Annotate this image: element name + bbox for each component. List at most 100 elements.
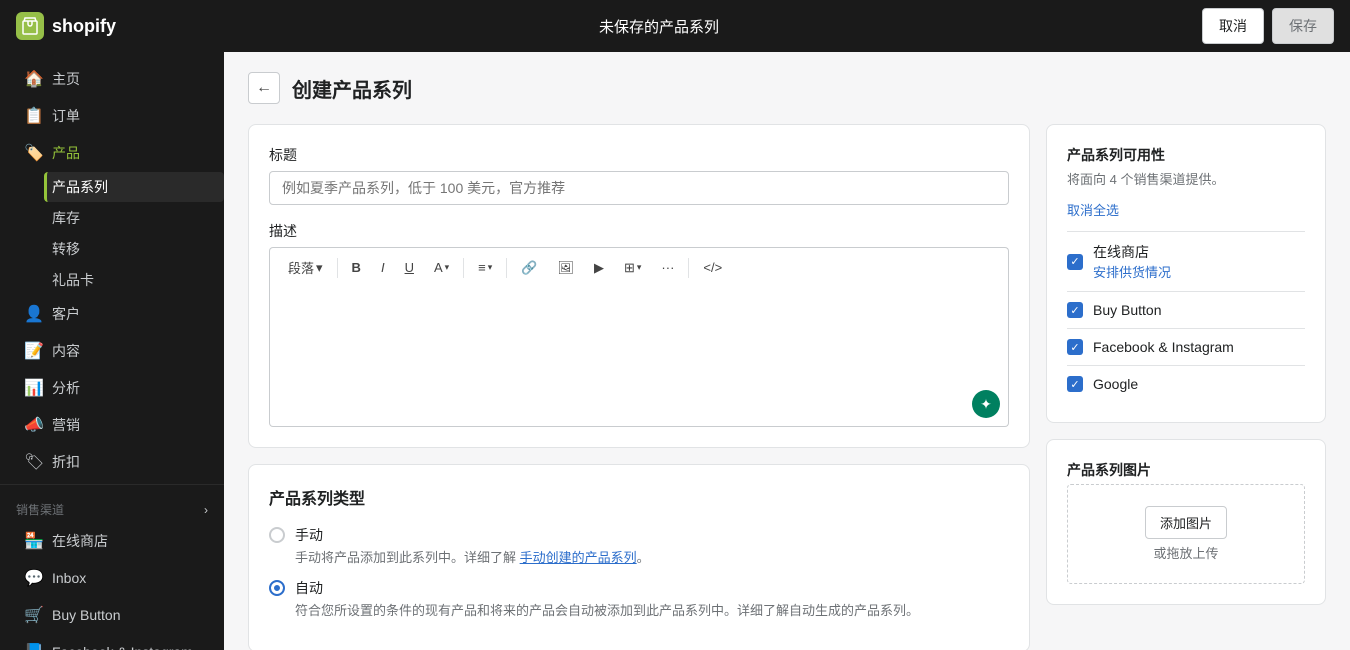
checkbox-buy-button[interactable]: ✓ (1067, 302, 1083, 318)
sidebar-item-discounts-label: 折扣 (52, 452, 80, 472)
sidebar-item-inbox[interactable]: 💬 Inbox (8, 560, 216, 596)
sidebar-item-marketing-label: 营销 (52, 415, 80, 435)
image-drop-zone[interactable]: 添加图片 或拖放上传 (1067, 484, 1305, 584)
more-button[interactable]: ··· (653, 256, 682, 279)
home-icon: 🏠 (24, 69, 42, 89)
bold-button[interactable]: B (344, 256, 369, 279)
title-field-label: 标题 (269, 145, 1009, 165)
side-column: 产品系列可用性 将面向 4 个销售渠道提供。 取消全选 ✓ 在线商店 安排供货情… (1046, 124, 1326, 650)
availability-title: 产品系列可用性 (1067, 145, 1305, 165)
logo-text: shopify (52, 16, 116, 37)
sidebar-item-facebook-instagram[interactable]: 📘 Facebook & Instagram (8, 634, 216, 650)
sidebar-item-discounts[interactable]: 🏷 折扣 (8, 444, 216, 480)
radio-auto-content: 自动 符合您所设置的条件的现有产品和将来的产品会自动被添加到此产品系列中。详细了… (295, 578, 919, 619)
add-image-button[interactable]: 添加图片 (1145, 506, 1227, 539)
link-icon: 🔗 (521, 260, 537, 276)
description-field-label: 描述 (269, 221, 1009, 241)
video-button[interactable]: ▶ (586, 256, 612, 280)
sidebar-item-content[interactable]: 📝 内容 (8, 333, 216, 369)
table-button[interactable]: ⊞ ▾ (616, 256, 649, 280)
checkbox-facebook-instagram[interactable]: ✓ (1067, 339, 1083, 355)
dropdown-chevron-icon: ▾ (316, 260, 323, 276)
radio-auto[interactable] (269, 580, 285, 596)
sidebar-item-buy-button[interactable]: 🛒 Buy Button (8, 597, 216, 633)
image-card-title: 产品系列图片 (1067, 460, 1305, 480)
back-button[interactable]: ← (248, 72, 280, 104)
sidebar: 🏠 主页 📋 订单 🏷️ 产品 产品系列 库存 转移 礼品卡 👤 客户 📝 内容… (0, 52, 224, 650)
sidebar-item-analytics-label: 分析 (52, 378, 80, 398)
cancel-button[interactable]: 取消 (1202, 8, 1264, 44)
sidebar-item-products[interactable]: 🏷️ 产品 (8, 135, 216, 171)
sidebar-item-home-label: 主页 (52, 69, 80, 89)
sales-channels-section: 销售渠道 › (0, 489, 224, 522)
topbar-title: 未保存的产品系列 (599, 16, 719, 37)
image-button[interactable]: 🖼 (549, 256, 582, 280)
main-content: ← 创建产品系列 标题 描述 段落 ▾ B I (224, 52, 1350, 650)
channel-buy-button: ✓ Buy Button (1067, 291, 1305, 328)
channel-online-store: ✓ 在线商店 安排供货情况 (1067, 231, 1305, 291)
checkmark-icon-4: ✓ (1070, 378, 1079, 391)
shopify-bag-icon (16, 12, 44, 40)
title-input[interactable] (269, 171, 1009, 205)
radio-manual-content: 手动 手动将产品添加到此系列中。详细了解 手动创建的产品系列。 (295, 525, 650, 566)
sidebar-item-facebook-instagram-label: Facebook & Instagram (52, 644, 193, 650)
manual-link[interactable]: 手动创建的产品系列 (520, 550, 637, 565)
rich-text-editor: 段落 ▾ B I U A ▾ ≡ (269, 247, 1009, 427)
or-text: 或拖放上传 (1153, 543, 1218, 562)
rte-toolbar: 段落 ▾ B I U A ▾ ≡ (269, 247, 1009, 287)
rte-body[interactable]: ✦ (269, 287, 1009, 427)
main-column: 标题 描述 段落 ▾ B I U A (248, 124, 1030, 650)
font-color-button[interactable]: A ▾ (426, 256, 457, 279)
checkbox-google[interactable]: ✓ (1067, 376, 1083, 392)
sidebar-sub-item-gift-cards[interactable]: 礼品卡 (44, 265, 224, 295)
checkbox-online-store[interactable]: ✓ (1067, 254, 1083, 270)
analytics-icon: 📊 (24, 378, 42, 398)
deselect-all-link[interactable]: 取消全选 (1067, 200, 1119, 219)
sidebar-item-analytics[interactable]: 📊 分析 (8, 370, 216, 406)
table-icon: ⊞ (624, 260, 635, 276)
save-button[interactable]: 保存 (1272, 8, 1334, 44)
facebook-instagram-icon: 📘 (24, 642, 42, 650)
radio-manual-desc: 手动将产品添加到此系列中。详细了解 手动创建的产品系列。 (295, 547, 650, 566)
radio-option-manual[interactable]: 手动 手动将产品添加到此系列中。详细了解 手动创建的产品系列。 (269, 525, 1009, 566)
underline-button[interactable]: U (397, 256, 422, 279)
sidebar-item-content-label: 内容 (52, 341, 80, 361)
code-button[interactable]: </> (695, 256, 730, 279)
collection-type-card: 产品系列类型 手动 手动将产品添加到此系列中。详细了解 手动创建的产品系列。 (248, 464, 1030, 650)
buy-button-icon: 🛒 (24, 605, 42, 625)
rte-divider-1 (337, 258, 338, 278)
sidebar-item-customers[interactable]: 👤 客户 (8, 296, 216, 332)
rte-divider-4 (688, 258, 689, 278)
channel-online-store-content: 在线商店 安排供货情况 (1093, 242, 1171, 281)
products-submenu: 产品系列 库存 转移 礼品卡 (0, 172, 224, 295)
radio-option-auto[interactable]: 自动 符合您所设置的条件的现有产品和将来的产品会自动被添加到此产品系列中。详细了… (269, 578, 1009, 619)
radio-manual[interactable] (269, 527, 285, 543)
sidebar-item-home[interactable]: 🏠 主页 (8, 61, 216, 97)
radio-auto-label: 自动 (295, 578, 919, 598)
inbox-icon: 💬 (24, 568, 42, 588)
font-color-chevron-icon: ▾ (445, 262, 450, 273)
sidebar-item-customers-label: 客户 (52, 304, 80, 324)
online-store-icon: 🏪 (24, 531, 42, 551)
sidebar-item-inbox-label: Inbox (52, 570, 86, 586)
channel-online-store-name: 在线商店 (1093, 242, 1171, 262)
sidebar-sub-item-transfers[interactable]: 转移 (44, 234, 224, 264)
link-button[interactable]: 🔗 (513, 256, 545, 280)
radio-manual-label: 手动 (295, 525, 650, 545)
sidebar-item-buy-button-label: Buy Button (52, 607, 121, 623)
channel-buy-button-name: Buy Button (1093, 302, 1162, 318)
channel-google: ✓ Google (1067, 365, 1305, 402)
sidebar-sub-item-inventory[interactable]: 库存 (44, 203, 224, 233)
checkmark-icon: ✓ (1070, 255, 1079, 268)
align-button[interactable]: ≡ ▾ (470, 256, 500, 279)
align-chevron-icon: ▾ (488, 262, 493, 273)
sidebar-item-online-store[interactable]: 🏪 在线商店 (8, 523, 216, 559)
italic-button[interactable]: I (373, 256, 393, 279)
paragraph-dropdown[interactable]: 段落 ▾ (280, 254, 331, 281)
ai-button[interactable]: ✦ (972, 390, 1000, 418)
sidebar-sub-item-collections[interactable]: 产品系列 (44, 172, 224, 202)
sidebar-item-orders[interactable]: 📋 订单 (8, 98, 216, 134)
channel-facebook-instagram-name: Facebook & Instagram (1093, 339, 1234, 355)
sidebar-item-marketing[interactable]: 📣 营销 (8, 407, 216, 443)
schedule-link[interactable]: 安排供货情况 (1093, 262, 1171, 281)
